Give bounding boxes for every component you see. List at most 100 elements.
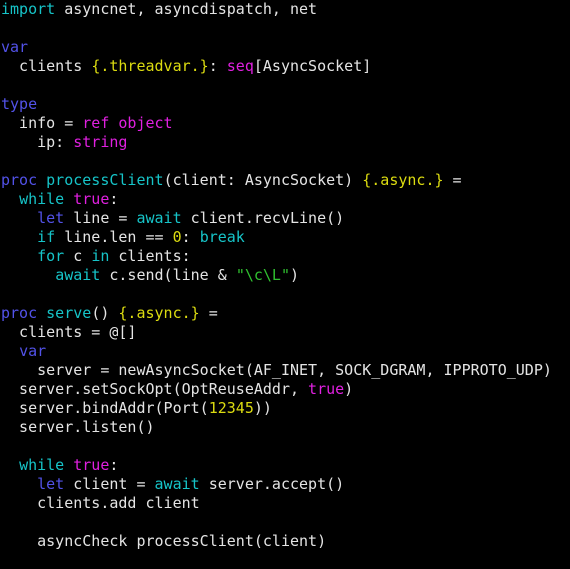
type-token: true: [308, 380, 345, 398]
text-token: server.accept(): [199, 475, 345, 493]
code-line: server.setSockOpt(OptReuseAddr, true): [1, 380, 552, 399]
text-token: clients.add client: [1, 494, 200, 512]
code-line: let client = await server.accept(): [1, 475, 552, 494]
code-line: import asyncnet, asyncdispatch, net: [1, 0, 552, 19]
text-token: (client: AsyncSocket): [163, 171, 363, 189]
text-token: clients = @[]: [1, 323, 137, 341]
keyword-token: proc: [1, 171, 38, 189]
builtin-token: import: [1, 0, 56, 18]
builtin-token: while: [19, 190, 65, 208]
text-token: client =: [64, 475, 155, 493]
keyword-token: type: [1, 95, 38, 113]
text-token: :: [109, 190, 119, 208]
literal-token: 12345: [208, 399, 254, 417]
type-token: true: [73, 456, 110, 474]
code-line: await c.send(line & "\c\L"): [1, 266, 552, 285]
text-token: )): [253, 399, 272, 417]
text-token: c: [64, 247, 92, 265]
code-line: asyncCheck processClient(client): [1, 532, 552, 551]
text-token: asyncCheck processClient(client): [1, 532, 327, 550]
builtin-token: if: [37, 228, 56, 246]
text-token: clients:: [109, 247, 191, 265]
text-token: :: [208, 57, 227, 75]
text-token: info =: [1, 114, 83, 132]
text-token: line =: [64, 209, 137, 227]
text-token: (): [91, 304, 119, 322]
builtin-token: processClient: [46, 171, 164, 189]
code-line: proc serve() {.async.} =: [1, 304, 552, 323]
builtin-token: await: [136, 209, 182, 227]
keyword-token: var: [1, 38, 29, 56]
text-token: server.bindAddr(Port(: [1, 399, 209, 417]
code-line: var: [1, 38, 552, 57]
builtin-token: serve: [46, 304, 92, 322]
text-token: c.send(line &: [100, 266, 236, 284]
text-token: server = newAsyncSocket(AF_INET, SOCK_DG…: [1, 361, 552, 379]
code-line: info = ref object: [1, 114, 552, 133]
text-token: server.listen(): [1, 418, 155, 436]
code-editor[interactable]: import asyncnet, asyncdispatch, net var c…: [1, 0, 552, 551]
text-token: :: [109, 456, 119, 474]
builtin-token: while: [19, 456, 65, 474]
type-token: ref: [82, 114, 110, 132]
builtin-token: for: [37, 247, 65, 265]
code-line: ip: string: [1, 133, 552, 152]
type-token: object: [118, 114, 173, 132]
text-token: client.recvLine(): [181, 209, 345, 227]
code-line: server = newAsyncSocket(AF_INET, SOCK_DG…: [1, 361, 552, 380]
keyword-token: let: [37, 209, 65, 227]
keyword-token: let: [37, 475, 65, 493]
literal-token: 0: [172, 228, 182, 246]
code-line: var: [1, 342, 552, 361]
text-token: ip:: [1, 133, 74, 151]
text-token: ): [290, 266, 300, 284]
keyword-token: var: [19, 342, 47, 360]
code-line: for c in clients:: [1, 247, 552, 266]
literal-token: {.threadvar.}: [91, 57, 209, 75]
literal-token: {.async.}: [362, 171, 444, 189]
type-token: seq: [226, 57, 254, 75]
code-line: type: [1, 95, 552, 114]
text-token: [AsyncSocket]: [253, 57, 372, 75]
code-line: clients {.threadvar.}: seq[AsyncSocket]: [1, 57, 552, 76]
text-token: clients: [1, 57, 92, 75]
builtin-token: in: [91, 247, 110, 265]
text-token: :: [181, 228, 200, 246]
code-line: server.listen(): [1, 418, 552, 437]
code-line: if line.len == 0: break: [1, 228, 552, 247]
text-token: line.len ==: [55, 228, 173, 246]
text-token: asyncnet, asyncdispatch, net: [55, 0, 318, 18]
code-line: let line = await client.recvLine(): [1, 209, 552, 228]
builtin-token: await: [154, 475, 200, 493]
text-token: ): [344, 380, 354, 398]
code-line: clients.add client: [1, 494, 552, 513]
keyword-token: proc: [1, 304, 38, 322]
type-token: true: [73, 190, 110, 208]
code-line: proc processClient(client: AsyncSocket) …: [1, 171, 552, 190]
builtin-token: await: [55, 266, 101, 284]
text-token: server.setSockOpt(OptReuseAddr,: [1, 380, 309, 398]
code-line: server.bindAddr(Port(12345)): [1, 399, 552, 418]
text-token: =: [443, 171, 462, 189]
builtin-token: break: [199, 228, 245, 246]
type-token: string: [73, 133, 128, 151]
code-line: while true:: [1, 456, 552, 475]
literal-token: {.async.}: [118, 304, 200, 322]
